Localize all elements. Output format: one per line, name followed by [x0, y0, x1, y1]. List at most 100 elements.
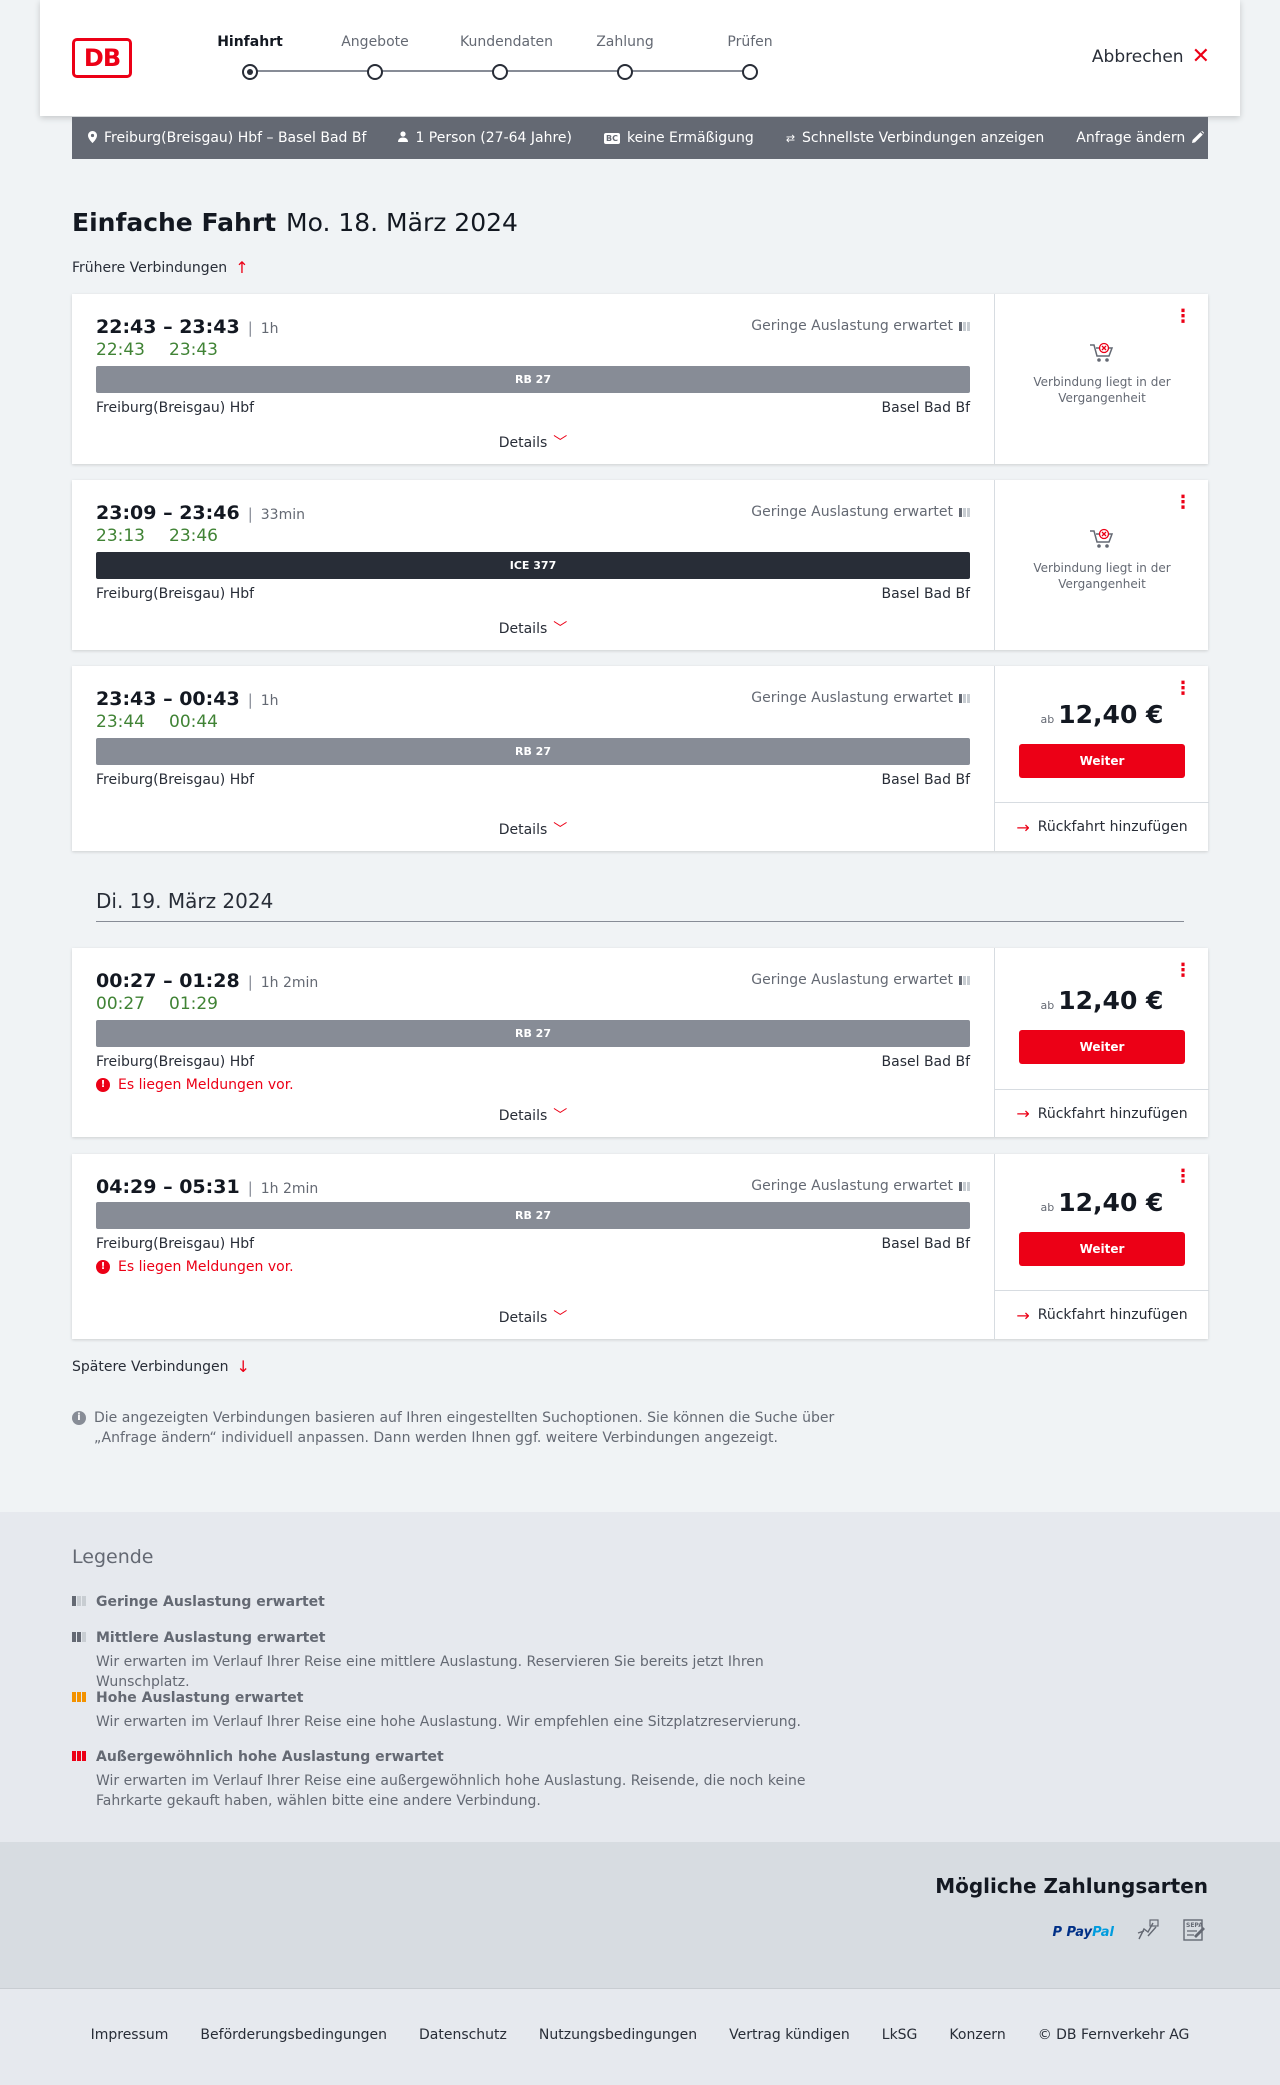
occupancy-info: Geringe Auslastung erwartet: [751, 972, 970, 988]
price-prefix: ab: [1040, 999, 1055, 1012]
continue-button[interactable]: Weiter: [1019, 1232, 1185, 1266]
more-options-icon[interactable]: ⋮: [1174, 308, 1192, 326]
info-icon: i: [72, 1411, 86, 1425]
departure-station: Freiburg(Breisgau) Hbf: [96, 400, 255, 416]
footer-link-impressum[interactable]: Impressum: [91, 2027, 169, 2043]
continue-button[interactable]: Weiter: [1019, 1030, 1185, 1064]
price-prefix: ab: [1040, 1201, 1055, 1214]
details-toggle[interactable]: Details ﹀: [72, 618, 994, 638]
train-segment[interactable]: RB 27: [96, 1202, 970, 1229]
footer-link-datenschutz[interactable]: Datenschutz: [419, 2027, 507, 2043]
occupancy-info: Geringe Auslastung erwartet: [751, 318, 970, 334]
more-options-icon[interactable]: ⋮: [1174, 962, 1192, 980]
occupancy-low-icon: [959, 693, 970, 703]
connection-main[interactable]: 23:43 – 00:43 | 1h 23:44 00:44 Geringe Ausl…: [72, 666, 994, 851]
step-dot: [242, 64, 258, 80]
add-return-button[interactable]: → Rückfahrt hinzufügen: [995, 1089, 1209, 1137]
past-notice-text: Verbindung liegt in der Vergangenheit: [1033, 561, 1171, 591]
planned-times: 23:09 – 23:46: [96, 502, 240, 524]
connection-main[interactable]: 23:09 – 23:46 | 33min 23:13 23:46 Geringe A…: [72, 480, 994, 650]
connection-main[interactable]: 00:27 – 01:28 | 1h 2min 00:27 01:29 Geringe…: [72, 948, 994, 1137]
alert-icon: !: [96, 1078, 110, 1092]
details-toggle[interactable]: Details ﹀: [72, 1307, 994, 1327]
credit-card-icon: [1136, 1919, 1160, 1945]
svg-text:SEPA: SEPA: [1186, 1922, 1203, 1929]
price: ab 12,40 €: [995, 700, 1209, 729]
occupancy-medium-icon: [72, 1632, 86, 1642]
later-connections-link[interactable]: Spätere Verbindungen ↓: [72, 1357, 250, 1376]
step-label: Prüfen: [727, 34, 773, 50]
connection-main[interactable]: 22:43 – 23:43 | 1h 22:43 23:43 Geringe Ausl…: [72, 294, 994, 464]
arrow-right-icon: →: [1016, 1104, 1030, 1123]
offer-panel: ⋮ ab 12,40 € Weiter → Rückfahrt hinzufügen: [994, 948, 1209, 1137]
connection-main[interactable]: 04:29 – 05:31 | 1h 2min Geringe Auslastung…: [72, 1154, 994, 1339]
footer-link-nutzungsbedingungen[interactable]: Nutzungsbedingungen: [539, 2027, 697, 2043]
legend-item-low: Geringe Auslastung erwartet: [72, 1594, 852, 1610]
step-label: Hinfahrt: [217, 34, 283, 50]
add-return-button[interactable]: → Rückfahrt hinzufügen: [995, 802, 1209, 851]
disruption-message[interactable]: ! Es liegen Meldungen vor.: [96, 1259, 294, 1275]
step-label: Kundendaten: [460, 34, 554, 50]
step-dot: [742, 64, 758, 80]
details-label: Details: [498, 822, 548, 838]
legend-item-title: Hohe Auslastung erwartet: [96, 1690, 304, 1706]
price-value: 12,40 €: [1058, 700, 1164, 729]
connection-times: 00:27 – 01:28 | 1h 2min: [96, 970, 318, 992]
train-segment[interactable]: RB 27: [96, 366, 970, 393]
footer-link-lksg[interactable]: LkSG: [882, 2027, 918, 2043]
arrival-station: Basel Bad Bf: [881, 772, 970, 788]
legend-item-title: Mittlere Auslastung erwartet: [96, 1630, 326, 1646]
train-segment[interactable]: RB 27: [96, 738, 970, 765]
connection-card: 00:27 – 01:28 | 1h 2min 00:27 01:29 Geringe…: [72, 948, 1209, 1137]
footer-link-konzern[interactable]: Konzern: [949, 2027, 1005, 2043]
bahncard-icon: BC: [604, 132, 620, 144]
db-logo[interactable]: DB: [72, 38, 132, 78]
occupancy-label: Geringe Auslastung erwartet: [751, 318, 953, 334]
step-kundendaten: Kundendaten: [460, 34, 554, 80]
search-summary-bar: Freiburg(Breisgau) Hbf – Basel Bad Bf 1 …: [72, 117, 1208, 159]
earlier-connections-link[interactable]: Frühere Verbindungen ↑: [72, 258, 249, 277]
more-options-icon[interactable]: ⋮: [1174, 494, 1192, 512]
step-dot: [492, 64, 508, 80]
sepa-direct-debit-icon: SEPA: [1182, 1918, 1208, 1946]
cancel-label: Abbrechen: [1091, 47, 1184, 67]
footer: Impressum Beförderungsbedingungen Datens…: [0, 1988, 1280, 2085]
more-options-icon[interactable]: ⋮: [1174, 680, 1192, 698]
footer-link-befoerderungsbedingungen[interactable]: Beförderungsbedingungen: [200, 2027, 387, 2043]
realtime-times: 23:44 00:44: [96, 712, 218, 732]
route-text: Freiburg(Breisgau) Hbf – Basel Bad Bf: [104, 130, 367, 146]
legend-item-title: Außergewöhnlich hohe Auslastung erwartet: [96, 1749, 444, 1765]
more-options-icon[interactable]: ⋮: [1174, 1168, 1192, 1186]
details-toggle[interactable]: Details ﹀: [72, 1105, 994, 1125]
planned-times: 23:43 – 00:43: [96, 688, 240, 710]
disruption-message[interactable]: ! Es liegen Meldungen vor.: [96, 1077, 294, 1093]
close-icon: ✕: [1191, 44, 1210, 69]
duration: 1h 2min: [260, 1181, 319, 1197]
offer-panel: ⋮ ab 12,40 € Weiter → Rückfahrt hinzufügen: [994, 1154, 1209, 1339]
legend-item-title: Geringe Auslastung erwartet: [96, 1594, 325, 1610]
cancel-button[interactable]: Abbrechen ✕: [1092, 46, 1210, 68]
details-toggle[interactable]: Details ﹀: [72, 432, 994, 452]
day-separator: Di. 19. März 2024: [96, 889, 1184, 922]
continue-button[interactable]: Weiter: [1019, 744, 1185, 778]
details-toggle[interactable]: Details ﹀: [72, 819, 994, 839]
offer-panel: ⋮ ab 12,40 € Weiter → Rückfahrt hinzufügen: [994, 666, 1209, 851]
occupancy-label: Geringe Auslastung erwartet: [751, 1178, 953, 1194]
edit-request-button[interactable]: Anfrage ändern: [1076, 130, 1205, 146]
train-segment[interactable]: ICE 377: [96, 552, 970, 579]
separator: |: [247, 319, 253, 337]
train-segment[interactable]: RB 27: [96, 1020, 970, 1047]
progress-stepper: Hinfahrt Angebote Kundendaten Zahlung Pr…: [210, 34, 773, 84]
arrival-station: Basel Bad Bf: [881, 1054, 970, 1070]
details-label: Details: [498, 621, 548, 637]
chevron-down-icon: ﹀: [553, 1108, 568, 1124]
add-return-button[interactable]: → Rückfahrt hinzufügen: [995, 1290, 1209, 1339]
legend-title: Legende: [72, 1546, 154, 1568]
legend-item-text: Wir erwarten im Verlauf Ihrer Reise eine…: [96, 1714, 801, 1730]
paypal-icon: P PayPal: [1052, 1924, 1114, 1940]
occupancy-info: Geringe Auslastung erwartet: [751, 504, 970, 520]
option-text: Schnellste Verbindungen anzeigen: [802, 130, 1045, 146]
arrow-right-icon: →: [1016, 817, 1030, 837]
option-summary: ⇄ Schnellste Verbindungen anzeigen: [786, 130, 1044, 146]
footer-link-vertrag-kuendigen[interactable]: Vertrag kündigen: [729, 2027, 850, 2043]
